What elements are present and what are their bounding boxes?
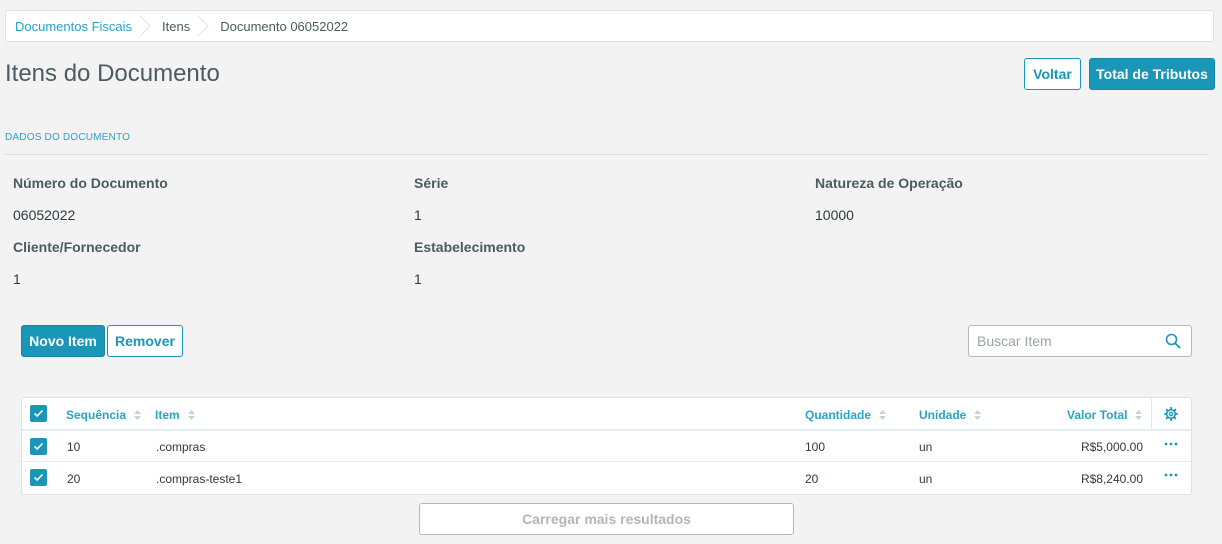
- cell-item: .compras: [156, 440, 206, 454]
- page-title: Itens do Documento: [5, 60, 220, 87]
- header-label[interactable]: Sequência: [66, 408, 126, 422]
- breadcrumb-item-itens: Itens: [144, 11, 209, 41]
- breadcrumb-item-documentos-fiscais[interactable]: Documentos Fiscais: [6, 11, 151, 41]
- numero-documento-label: Número do Documento: [13, 175, 168, 191]
- serie-label: Série: [414, 175, 449, 191]
- search-box: [968, 325, 1192, 357]
- back-button[interactable]: Voltar: [1024, 58, 1081, 90]
- breadcrumb-label: Documento 06052022: [220, 18, 349, 34]
- load-more-button[interactable]: Carregar mais resultados: [419, 503, 794, 535]
- cell-quantidade: 20: [805, 472, 819, 486]
- remover-button[interactable]: Remover: [107, 325, 183, 357]
- row-checkbox[interactable]: [30, 438, 47, 455]
- cell-sequencia: 10: [67, 440, 81, 454]
- cell-item: .compras-teste1: [156, 472, 243, 486]
- more-actions-icon[interactable]: [1163, 472, 1179, 478]
- numero-documento-value: 06052022: [13, 207, 76, 223]
- estabelecimento-label: Estabelecimento: [414, 239, 526, 255]
- search-input[interactable]: [969, 333, 1159, 349]
- breadcrumb: Documentos Fiscais Itens Documento 06052…: [5, 10, 1214, 42]
- breadcrumb-label: Itens: [162, 18, 191, 34]
- header-quantidade[interactable]: Quantidade: [805, 408, 887, 422]
- cell-unidade: un: [919, 472, 933, 486]
- sort-icon[interactable]: [879, 410, 887, 420]
- section-divider: [5, 154, 1209, 155]
- natureza-operacao-label: Natureza de Operação: [815, 175, 963, 191]
- header-sequencia[interactable]: Sequência: [66, 408, 142, 422]
- sort-icon[interactable]: [974, 410, 982, 420]
- items-table: Sequência Item Quantidade Unidade Valor …: [21, 397, 1192, 495]
- natureza-operacao-value: 10000: [815, 207, 854, 223]
- cell-unidade: un: [919, 440, 933, 454]
- select-all-checkbox[interactable]: [30, 405, 47, 422]
- search-icon[interactable]: [1165, 333, 1181, 349]
- header-valor-total[interactable]: Valor Total: [1067, 408, 1143, 422]
- sort-icon[interactable]: [1135, 410, 1143, 420]
- header-unidade[interactable]: Unidade: [919, 408, 982, 422]
- row-checkbox[interactable]: [30, 469, 47, 486]
- column-divider: [1151, 398, 1152, 431]
- breadcrumb-label[interactable]: Documentos Fiscais: [15, 19, 132, 34]
- cell-quantidade: 100: [805, 440, 826, 454]
- cell-valor-total: R$8,240.00: [1080, 472, 1143, 486]
- estabelecimento-value: 1: [414, 271, 422, 287]
- check-icon: [33, 442, 44, 451]
- header-label[interactable]: Item: [155, 408, 180, 422]
- table-row[interactable]: 10 .compras 100 un R$5,000.00: [22, 431, 1191, 462]
- novo-item-button[interactable]: Novo Item: [21, 325, 105, 357]
- header-label[interactable]: Quantidade: [805, 408, 871, 422]
- section-title: DADOS DO DOCUMENTO: [5, 132, 131, 143]
- table-row[interactable]: 20 .compras-teste1 20 un R$8,240.00: [22, 463, 1191, 494]
- sort-icon[interactable]: [134, 410, 142, 420]
- gear-icon[interactable]: [1164, 407, 1178, 421]
- total-tributos-button[interactable]: Total de Tributos: [1089, 58, 1215, 90]
- cliente-fornecedor-value: 1: [13, 271, 21, 287]
- check-icon: [33, 409, 44, 418]
- check-icon: [33, 473, 44, 482]
- sort-icon[interactable]: [187, 410, 195, 420]
- header-label[interactable]: Valor Total: [1067, 408, 1127, 422]
- cliente-fornecedor-label: Cliente/Fornecedor: [13, 239, 141, 255]
- breadcrumb-item-documento: Documento 06052022: [202, 11, 360, 41]
- more-actions-icon[interactable]: [1163, 441, 1179, 447]
- cell-sequencia: 20: [67, 472, 81, 486]
- header-item[interactable]: Item: [155, 408, 195, 422]
- serie-value: 1: [414, 207, 422, 223]
- table-header: Sequência Item Quantidade Unidade Valor …: [22, 398, 1191, 431]
- header-label[interactable]: Unidade: [919, 408, 966, 422]
- cell-valor-total: R$5,000.00: [1080, 440, 1143, 454]
